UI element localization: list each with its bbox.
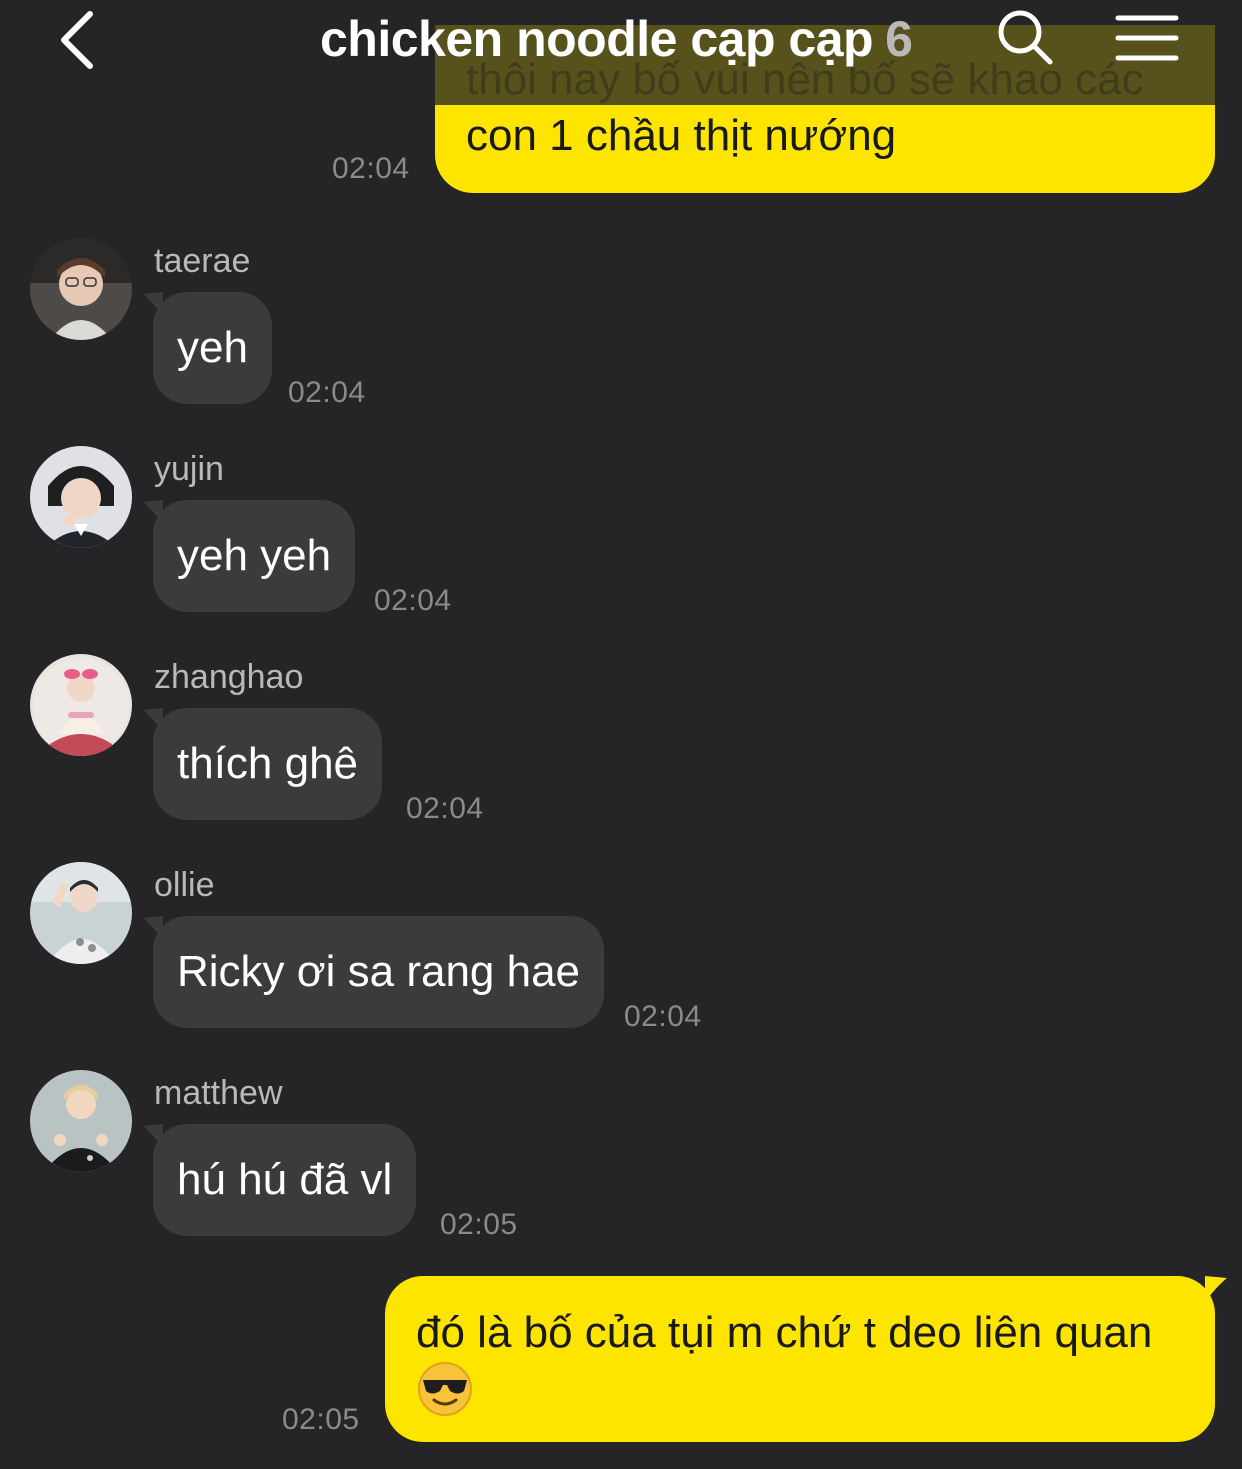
avatar-matthew[interactable] [30,1070,132,1172]
bubble-tail [143,708,163,732]
message-text: đó là bố của tụi m chứ t deo liên quan [416,1308,1153,1357]
incoming-message-bubble[interactable]: yeh [143,292,272,404]
search-icon [998,10,1053,65]
search-button[interactable] [994,6,1058,70]
message-text: Ricky ơi sa rang hae [177,947,581,996]
message-time: 02:04 [624,1000,702,1033]
incoming-message-bubble[interactable]: yeh yeh [143,500,356,612]
message-time: 02:05 [282,1403,360,1436]
message-time: 02:04 [288,376,366,409]
incoming-message-bubble[interactable]: Ricky ơi sa rang hae [143,916,605,1028]
profile-photo [30,1070,132,1172]
bubble-tail [1205,1276,1227,1302]
menu-button[interactable] [1112,10,1182,66]
outgoing-message-bubble[interactable]: đó là bố của tụi m chứ t deo liên quan [385,1276,1227,1442]
avatar-yujin[interactable] [30,446,132,548]
message-time: 02:05 [440,1208,518,1241]
message-time: 02:04 [332,152,410,185]
chevron-left-icon [61,11,93,69]
avatar-ollie[interactable] [30,862,132,964]
sunglasses-emoji [416,1360,474,1418]
message-text: thích ghê [177,739,359,788]
message-text: con 1 chầu thịt nướng [466,111,897,160]
profile-photo [30,238,132,340]
avatar-taerae[interactable] [30,238,132,340]
message-time: 02:04 [406,792,484,825]
bubble-tail [143,1124,163,1148]
back-button[interactable] [52,8,112,72]
avatar-zhanghao[interactable] [30,654,132,756]
bubble-tail [143,916,163,940]
bubble-tail [143,292,163,316]
bubble-tail [143,500,163,524]
member-count: 6 [885,11,913,67]
sender-name: zhanghao [154,658,304,696]
profile-photo [30,654,132,756]
chat-title: chicken noodle cạp cạp 6 [320,10,913,68]
profile-photo [30,862,132,964]
profile-photo [30,446,132,548]
incoming-message-bubble[interactable]: thích ghê [143,708,383,820]
hamburger-menu-icon [1115,15,1179,61]
sender-name: yujin [154,450,224,488]
chat-header: chicken noodle cạp cạp 6 [0,0,1242,100]
message-text: yeh yeh [177,531,332,580]
message-time: 02:04 [374,584,452,617]
message-text: hú hú đã vl [177,1155,393,1204]
chat-title-text: chicken noodle cạp cạp [320,11,874,67]
incoming-message-bubble[interactable]: hú hú đã vl [143,1124,417,1236]
sunglasses-face-icon [418,1362,472,1416]
sender-name: ollie [154,866,215,904]
sender-name: matthew [154,1074,283,1112]
message-text: yeh [177,323,248,372]
sender-name: taerae [154,242,251,280]
